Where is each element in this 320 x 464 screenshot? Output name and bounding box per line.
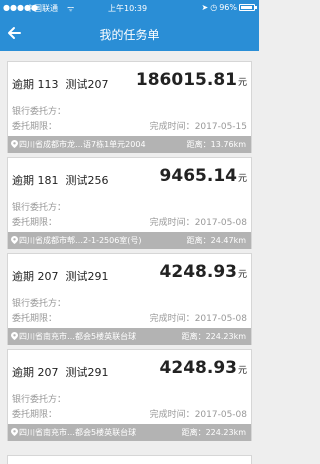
clock: 上午10:39 <box>108 4 148 13</box>
distance-value: 24.47km <box>210 236 246 245</box>
completion-time: 完成时间：2017-05-08 <box>150 407 247 420</box>
battery-percent: 96% <box>219 3 237 12</box>
distance-value: 13.76km <box>210 140 246 149</box>
done-value: 2017-05-08 <box>194 218 247 228</box>
status-right: ➤ ◷ 96% <box>201 3 257 12</box>
done-label: 完成时间： <box>149 122 195 132</box>
bank-label: 银行委托方： <box>12 299 67 309</box>
task-heading: 逾期 207 测试291 <box>12 364 109 380</box>
address-bar: 四川省成都市郫…2-1-2506室(号) 距离：24.47km <box>8 232 251 249</box>
bank-label: 银行委托方： <box>12 107 67 117</box>
distance: 距离：24.47km <box>187 232 246 249</box>
distance-label: 距离： <box>186 236 211 245</box>
amount-unit: 元 <box>237 78 247 88</box>
task-heading: 逾期 207 测试291 <box>12 268 109 284</box>
done-value: 2017-05-08 <box>194 410 247 420</box>
bank-label: 银行委托方： <box>12 395 67 405</box>
amount-value: 9465.14 <box>159 166 237 186</box>
battery-icon <box>239 4 257 11</box>
completion-time: 完成时间：2017-05-08 <box>150 215 247 228</box>
address-text: 四川省成都市郫…2-1-2506室(号) <box>19 236 142 245</box>
task-number: 207 <box>37 270 59 283</box>
address-text: 四川省南充市…都会5楼英联台球 <box>19 428 137 437</box>
task-card[interactable]: 逾期 207 测试291 4248.93元 银行委托方： 委托期限： 完成时间：… <box>7 253 252 345</box>
task-amount: 4248.93元 <box>160 262 247 282</box>
address-bar: 四川省成都市龙…语7栋1单元2004 距离：13.76km <box>8 136 251 153</box>
task-card[interactable]: 逾期 181 测试256 9465.14元 银行委托方： 委托期限： 完成时间：… <box>7 157 252 249</box>
task-name: 测试207 <box>65 78 109 91</box>
amount-value: 4248.93 <box>159 262 237 282</box>
term-label: 委托期限： <box>12 314 58 324</box>
location-pin-icon <box>11 233 18 244</box>
amount-unit: 元 <box>237 366 247 376</box>
distance: 距离：224.23km <box>182 328 246 345</box>
location-icon: ➤ <box>201 3 209 12</box>
distance-label: 距离： <box>181 332 206 341</box>
done-label: 完成时间： <box>149 314 195 324</box>
amount-value: 186015.81 <box>135 70 237 90</box>
task-name: 测试291 <box>65 366 109 379</box>
page-title: 我的任务单 <box>99 28 160 42</box>
distance-label: 距离： <box>186 140 211 149</box>
address-bar: 四川省南充市…都会5楼英联台球 距离：224.23km <box>8 328 251 345</box>
done-value: 2017-05-08 <box>194 314 247 324</box>
nav-bar: 我的任务单 <box>0 16 259 51</box>
task-heading: 逾期 113 测试207 <box>12 76 109 92</box>
term-label: 委托期限： <box>12 122 58 132</box>
task-tag: 逾期 <box>12 366 34 379</box>
done-label: 完成时间： <box>149 218 195 228</box>
address-bar: 四川省南充市…都会5楼英联台球 距离：224.23km <box>8 424 251 441</box>
amount-unit: 元 <box>237 174 247 184</box>
amount-value: 4248.93 <box>159 358 237 378</box>
distance-value: 224.23km <box>205 332 246 341</box>
task-amount: 9465.14元 <box>160 166 247 186</box>
task-number: 181 <box>37 174 59 187</box>
amount-unit: 元 <box>237 270 247 280</box>
alarm-icon: ◷ <box>210 3 218 12</box>
task-number: 207 <box>37 366 59 379</box>
status-bar: ●●●●● 中国联通 ᯤ 上午10:39 ➤ ◷ 96% <box>0 0 259 16</box>
location-pin-icon <box>11 329 18 340</box>
task-amount: 4248.93元 <box>160 358 247 378</box>
task-heading: 逾期 181 测试256 <box>12 172 109 188</box>
distance: 距离：224.23km <box>182 424 246 441</box>
task-amount: 186015.81元 <box>136 70 247 90</box>
term-label: 委托期限： <box>12 218 58 228</box>
completion-time: 完成时间：2017-05-08 <box>150 311 247 324</box>
distance: 距离：13.76km <box>187 136 246 153</box>
task-tag: 逾期 <box>12 174 34 187</box>
carrier-name: 中国联通 <box>26 4 58 13</box>
task-number: 113 <box>37 78 59 91</box>
task-card[interactable]: 逾期 207 测试291 4248.93元 银行委托方： 委托期限： 完成时间：… <box>7 349 252 441</box>
task-name: 测试256 <box>65 174 109 187</box>
term-label: 委托期限： <box>12 410 58 420</box>
completion-time: 完成时间：2017-05-15 <box>150 119 247 132</box>
wifi-icon: ᯤ <box>67 4 75 13</box>
task-card[interactable]: 逾期 113 测试207 186015.81元 银行委托方： 委托期限： 完成时… <box>7 61 252 153</box>
task-card-partial[interactable] <box>7 455 252 464</box>
task-tag: 逾期 <box>12 78 34 91</box>
distance-value: 224.23km <box>205 428 246 437</box>
location-pin-icon <box>11 137 18 148</box>
bank-label: 银行委托方： <box>12 203 67 213</box>
done-value: 2017-05-15 <box>194 122 247 132</box>
address-text: 四川省成都市龙…语7栋1单元2004 <box>19 140 146 149</box>
done-label: 完成时间： <box>149 410 195 420</box>
address-text: 四川省南充市…都会5楼英联台球 <box>19 332 137 341</box>
task-name: 测试291 <box>65 270 109 283</box>
distance-label: 距离： <box>181 428 206 437</box>
location-pin-icon <box>11 425 18 436</box>
task-tag: 逾期 <box>12 270 34 283</box>
